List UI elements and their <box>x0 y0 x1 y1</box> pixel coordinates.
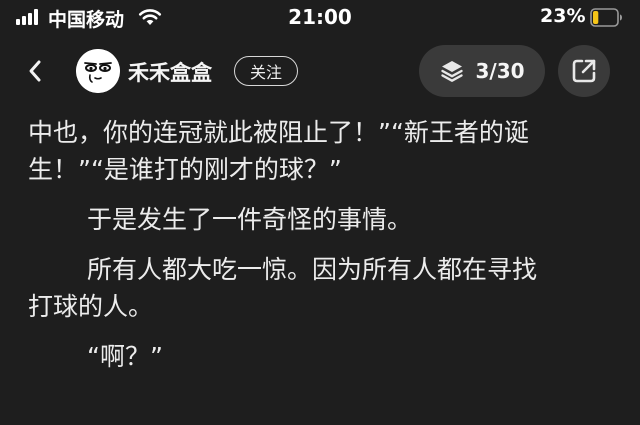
author-name[interactable]: 禾禾盒盒 <box>128 57 212 87</box>
avatar-cartoon-face <box>76 49 120 93</box>
paragraph: 所有人都大吃一惊。因为所有人都在寻找 打球的人。 <box>28 251 622 325</box>
chapter-list-button[interactable]: 3/30 <box>419 45 545 97</box>
chapter-count: 3/30 <box>475 59 525 83</box>
status-bar: 中国移动 21:00 23% <box>0 0 640 36</box>
paragraph: 中也，你的连冠就此被阻止了！”“新王者的诞 生！”“是谁打的刚才的球？” <box>28 114 622 188</box>
battery-icon <box>590 8 622 27</box>
signal-icon <box>16 9 41 25</box>
wifi-icon <box>138 9 162 25</box>
reader-content: 中也，你的连冠就此被阻止了！”“新王者的诞 生！”“是谁打的刚才的球？” 于是发… <box>28 114 622 388</box>
text-line: 生！”“是谁打的刚才的球？” <box>28 155 342 184</box>
paragraph: 于是发生了一件奇怪的事情。 <box>28 201 622 238</box>
text-line: 打球的人。 <box>28 292 154 321</box>
battery-percent: 23% <box>540 5 586 27</box>
share-button[interactable] <box>558 45 610 97</box>
layers-icon <box>441 61 464 82</box>
follow-button[interactable]: 关注 <box>234 56 298 86</box>
carrier-name: 中国移动 <box>48 9 125 31</box>
text-line: 中也，你的连冠就此被阻止了！”“新王者的诞 <box>28 118 529 147</box>
back-button[interactable] <box>20 56 50 86</box>
text-line: 于是发生了一件奇怪的事情。 <box>87 205 413 234</box>
back-arrow-icon <box>29 60 41 82</box>
author-avatar[interactable] <box>76 49 120 93</box>
paragraph: “啊？” <box>28 338 622 375</box>
text-line: 所有人都大吃一惊。因为所有人都在寻找 <box>87 255 538 284</box>
share-icon <box>572 59 596 83</box>
text-line: “啊？” <box>87 342 163 371</box>
